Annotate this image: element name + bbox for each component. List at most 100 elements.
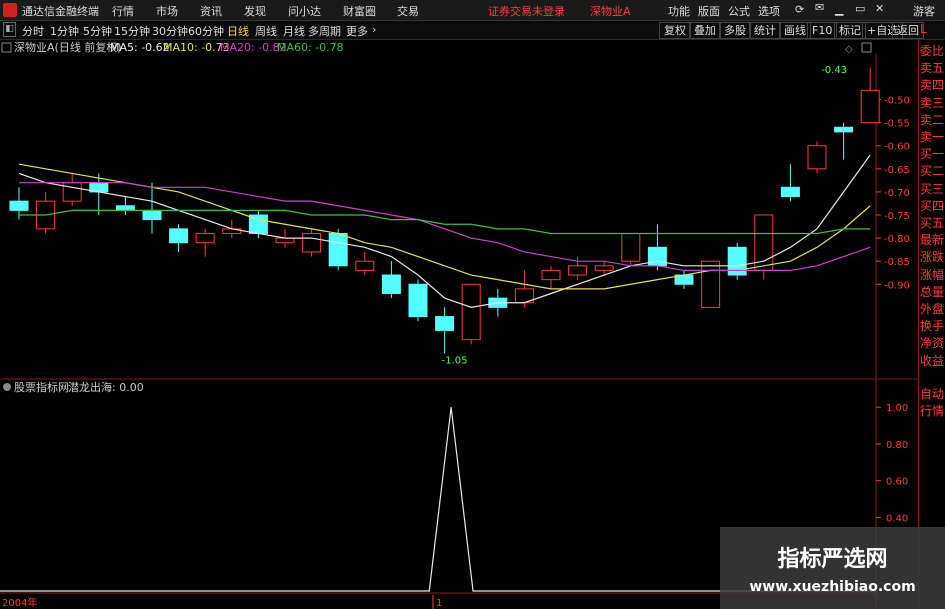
diamond-icon[interactable]: ◇ xyxy=(845,44,853,55)
sidebar-item-9[interactable]: 买四 xyxy=(919,198,945,215)
sidebar-item-15[interactable]: 外盘 xyxy=(919,301,945,318)
sidebar-item-0[interactable]: 委比 xyxy=(919,43,945,60)
indicator-settings-icon[interactable] xyxy=(3,383,11,391)
minimize-icon[interactable]: ▁ xyxy=(835,3,843,16)
menu-gongneng[interactable]: 功能 xyxy=(668,3,690,19)
candle-body xyxy=(541,269,561,281)
menu-gongshi[interactable]: 公式 xyxy=(728,3,750,19)
multi-stock-button[interactable]: 多股 xyxy=(719,22,751,39)
menu-shichang[interactable]: 市场 xyxy=(156,3,178,19)
moving-average-lines xyxy=(18,154,871,308)
menu-banmian[interactable]: 版面 xyxy=(698,3,720,19)
menu-zixun[interactable]: 资讯 xyxy=(200,3,222,19)
menu-wenxiaoda[interactable]: 问小达 xyxy=(288,3,321,19)
candle-body xyxy=(834,126,854,133)
price-tick-label: -0.55 xyxy=(884,119,910,130)
menu-caifuquan[interactable]: 财富圈 xyxy=(343,3,376,19)
title-bar: 通达信金融终端 行情 市场 资讯 发现 问小达 财富圈 交易 证券交易未登录 深… xyxy=(0,0,945,21)
menu-hangqing[interactable]: 行情 xyxy=(112,3,134,19)
sidebar-item-14[interactable]: 总量 xyxy=(919,284,945,301)
menu-jiaoyi[interactable]: 交易 xyxy=(397,3,419,19)
candle-body xyxy=(115,205,135,211)
tab-5min[interactable]: 5分钟 xyxy=(83,23,112,39)
sidebar-item-18[interactable]: 收益 xyxy=(919,353,945,370)
overlay-button[interactable]: 叠加 xyxy=(689,22,721,39)
period-toolbar: ◧ 分时 1分钟 5分钟 15分钟 30分钟 60分钟 日线 周线 月线 多周期… xyxy=(0,21,945,40)
sidebar-item-12[interactable]: 涨跌 xyxy=(919,249,945,266)
price-tick-label: -0.90 xyxy=(884,280,910,291)
maximize-icon[interactable]: ▭ xyxy=(855,2,865,15)
chevron-right-icon[interactable]: › xyxy=(372,23,376,36)
extreme-labels: -0.43 -1.05 xyxy=(442,65,847,366)
candle-body xyxy=(169,228,189,244)
price-tick-label: -0.80 xyxy=(884,234,910,245)
close-icon[interactable]: ✕ xyxy=(875,2,884,15)
refresh-icon[interactable]: ⟳ xyxy=(795,3,804,16)
watermark: 指标严选网 www.xuezhibiao.com xyxy=(720,527,945,609)
tab-multi-period[interactable]: 多周期 xyxy=(308,23,341,39)
stock-name-title: 深物业A xyxy=(590,5,631,18)
watermark-title: 指标严选网 xyxy=(777,547,888,572)
time-marker-label: 1 xyxy=(436,598,442,609)
tab-more[interactable]: 更多 xyxy=(346,23,368,39)
menu-faxian[interactable]: 发现 xyxy=(244,3,266,19)
indicator-value: 潜龙出海: 0.00 xyxy=(68,380,144,394)
candle-body xyxy=(275,237,295,244)
indicator-axis-labels: 1.00 0.80 0.60 0.40 xyxy=(876,403,908,524)
tab-60min[interactable]: 60分钟 xyxy=(188,23,224,39)
tab-15min[interactable]: 15分钟 xyxy=(114,23,150,39)
candle-body xyxy=(195,232,215,244)
candle-body xyxy=(568,265,588,276)
price-axis-labels: -0.50 -0.55 -0.60 -0.65 -0.70 -0.75 -0.80 -0.85… xyxy=(876,96,910,291)
statistics-button[interactable]: 统计 xyxy=(749,22,781,39)
candle-body xyxy=(461,283,481,341)
price-tick-label: -0.70 xyxy=(884,188,910,199)
sidebar-item-11[interactable]: 最新 xyxy=(919,232,945,249)
sidebar-item-2[interactable]: 卖四 xyxy=(919,77,945,94)
candle-body xyxy=(621,232,641,262)
app-logo-icon xyxy=(3,3,17,17)
main-chart-title: 深物业A(日线 前复权) xyxy=(14,40,122,54)
sidebar-item-1[interactable]: 卖五 xyxy=(919,60,945,77)
sidebar-item-7[interactable]: 买二 xyxy=(919,163,945,180)
login-warning[interactable]: 证券交易未登录 xyxy=(488,3,565,19)
menu-xuanxiang[interactable]: 选项 xyxy=(758,3,780,19)
chart-settings-icon[interactable] xyxy=(1,42,12,53)
f10-button[interactable]: F10 xyxy=(807,22,838,39)
tab-day[interactable]: 日线 xyxy=(227,23,249,39)
sidebar-item-4[interactable]: 卖二 xyxy=(919,112,945,129)
fuquan-button[interactable]: 复权 xyxy=(659,22,691,39)
sidebar-item-17[interactable]: 净资 xyxy=(919,335,945,352)
indicator-tick-label: 0.60 xyxy=(886,477,908,488)
collapse-toggle-icon[interactable]: ◧ xyxy=(3,22,16,37)
sidebar-auto-item-0[interactable]: 自动 xyxy=(919,386,945,403)
sidebar-item-8[interactable]: 买三 xyxy=(919,181,945,198)
ma5-line xyxy=(18,154,871,308)
ma5-label: MA5: -0.62 xyxy=(110,41,170,54)
sidebar-item-6[interactable]: 买一 xyxy=(919,146,945,163)
ma60-label: MA60: -0.78 xyxy=(277,41,344,54)
sidebar-item-3[interactable]: 卖三 xyxy=(919,95,945,112)
panel-toggle-icon[interactable] xyxy=(861,42,872,53)
tab-week[interactable]: 周线 xyxy=(255,23,277,39)
sidebar-item-5[interactable]: 卖一 xyxy=(919,129,945,146)
tab-month[interactable]: 月线 xyxy=(283,23,305,39)
tab-1min[interactable]: 1分钟 xyxy=(50,23,79,39)
tab-fenshi[interactable]: 分时 xyxy=(22,23,44,39)
sidebar-level-indicator: L xyxy=(920,22,927,36)
candle-body xyxy=(9,200,29,211)
message-icon[interactable]: ✉ xyxy=(815,1,824,14)
sidebar-auto-item-1[interactable]: 行情 xyxy=(919,403,945,420)
chart-corner-icons[interactable]: ◇ xyxy=(845,42,872,55)
price-tick-label: -0.50 xyxy=(884,96,910,107)
candle-body xyxy=(408,283,428,318)
sidebar-item-16[interactable]: 换手 xyxy=(919,318,945,335)
year-label: 2004年 xyxy=(2,596,37,609)
kline-chart[interactable]: 深物业A(日线 前复权) MA5: -0.62 MA10: -0.73 MA20… xyxy=(0,40,918,609)
sidebar-item-10[interactable]: 买五 xyxy=(919,215,945,232)
candle-body xyxy=(647,246,667,267)
price-tick-label: -0.65 xyxy=(884,165,910,176)
tab-30min[interactable]: 30分钟 xyxy=(152,23,188,39)
guest-user[interactable]: 游客 xyxy=(913,3,935,19)
sidebar-item-13[interactable]: 涨幅 xyxy=(919,267,945,284)
